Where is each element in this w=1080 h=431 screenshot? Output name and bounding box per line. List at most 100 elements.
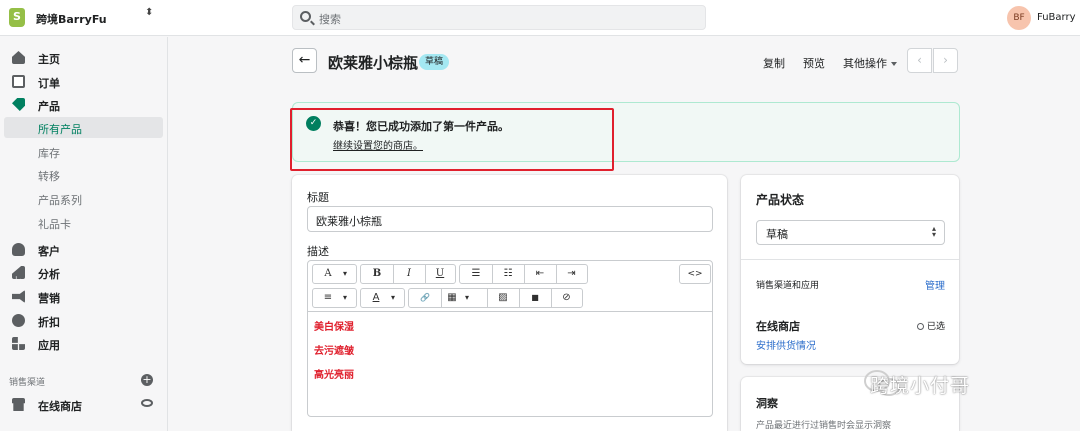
sidebar-item-analytics[interactable]: 分析 <box>0 262 168 284</box>
caret-down-icon <box>891 62 897 66</box>
sidebar-sub-all-products[interactable]: 所有产品 <box>4 117 163 138</box>
format-group: B I U <box>360 264 456 284</box>
numbered-list-icon[interactable]: ☷ <box>492 265 524 283</box>
schedule-availability-link[interactable]: 安排供货情况 <box>756 337 816 352</box>
sidebar-item-customers[interactable]: 客户 <box>0 239 168 261</box>
avatar[interactable]: BF <box>1007 6 1031 30</box>
outdent-icon[interactable]: ⇤ <box>524 265 556 283</box>
image-icon[interactable]: ▨ <box>487 289 519 307</box>
bar-chart-icon <box>12 266 25 279</box>
font-dropdown[interactable]: A ▾ <box>312 264 357 284</box>
list-group: ☰ ☷ ⇤ ⇥ <box>459 264 588 284</box>
insights-title: 洞察 <box>756 397 778 410</box>
sidebar-sub-transfers[interactable]: 转移 <box>4 164 163 185</box>
more-actions-button[interactable]: 其他操作 <box>843 55 897 71</box>
italic-icon[interactable]: I <box>393 265 425 283</box>
status-select[interactable]: 草稿 ▴ ▾ <box>756 220 945 245</box>
sidebar-sub-collections[interactable]: 产品系列 <box>4 188 163 209</box>
caret-down-icon: ▾ <box>464 293 469 302</box>
manage-link[interactable]: 管理 <box>925 277 945 292</box>
selected-label: 已选 <box>927 322 946 332</box>
sidebar-item-label: 产品 <box>38 100 60 113</box>
channels-label: 销售渠道和应用 <box>756 281 820 291</box>
sidebar-item-label: 应用 <box>38 339 60 352</box>
sidebar-item-label: 在线商店 <box>38 400 82 413</box>
caret-down-icon: ▾ <box>342 269 347 278</box>
sidebar-sub-label: 礼品卡 <box>38 218 71 231</box>
orders-icon <box>12 75 25 88</box>
indent-icon[interactable]: ⇥ <box>556 265 587 283</box>
link-icon[interactable]: 🔗 <box>409 289 441 307</box>
megaphone-icon <box>12 290 25 303</box>
eye-icon[interactable] <box>141 399 153 407</box>
code-icon: <> <box>687 269 703 279</box>
select-caret-icon: ▴ ▾ <box>931 224 936 239</box>
sales-channels-label: 销售渠道 <box>9 378 46 388</box>
sidebar-item-marketing[interactable]: 营销 <box>0 286 168 308</box>
selected-indicator: 已选 <box>917 319 945 332</box>
divider <box>741 259 959 260</box>
user-name[interactable]: FuBarry <box>1037 12 1076 23</box>
description-label: 描述 <box>307 245 329 258</box>
apps-icon <box>12 337 25 350</box>
continue-setup-link[interactable]: 继续设置您的商店。 <box>333 137 423 152</box>
bold-icon[interactable]: B <box>361 265 393 283</box>
caret-down-icon: ▾ <box>390 293 395 302</box>
sidebar-sub-label: 所有产品 <box>38 123 82 136</box>
preview-button[interactable]: 预览 <box>803 55 825 71</box>
more-actions-label: 其他操作 <box>843 57 887 70</box>
shopify-logo-icon[interactable] <box>9 8 25 27</box>
person-icon <box>12 243 25 256</box>
sidebar-item-label: 订单 <box>38 77 60 90</box>
add-channel-plus-icon[interactable]: + <box>141 374 153 386</box>
sidebar-item-orders[interactable]: 订单 <box>0 71 168 93</box>
sidebar-item-discounts[interactable]: 折扣 <box>0 310 168 332</box>
code-view-button[interactable]: <> <box>679 264 711 284</box>
sidebar-item-products[interactable]: 产品 <box>0 94 168 116</box>
caret-down-icon: ▾ <box>342 293 347 302</box>
clear-format-icon[interactable]: ⊘ <box>551 289 582 307</box>
text-color-dropdown[interactable]: A ▾ <box>360 288 405 308</box>
store-name[interactable]: 跨境BarryFu <box>36 11 107 27</box>
page-title: 欧莱雅小棕瓶 <box>328 54 419 72</box>
tag-icon <box>12 98 25 111</box>
insights-text: 产品最近进行过销售时会显示洞察 <box>756 421 892 431</box>
sidebar-item-label: 分析 <box>38 268 60 281</box>
status-badge: 草稿 <box>419 54 450 70</box>
video-icon[interactable]: ■ <box>519 289 551 307</box>
search-icon <box>300 11 311 22</box>
search-placeholder: 搜索 <box>319 13 341 26</box>
duplicate-button[interactable]: 复制 <box>763 55 785 71</box>
search-input[interactable]: 搜索 <box>292 5 706 30</box>
description-line[interactable]: 美白保湿 <box>314 318 354 333</box>
editor-toolbar-row-1: A ▾ B I U ☰ ☷ ⇤ ⇥ <> <box>309 261 713 285</box>
align-left-icon: ≡ <box>323 292 333 303</box>
sidebar-sub-inventory[interactable]: 库存 <box>4 141 163 162</box>
table-icon[interactable]: ▦ <box>441 289 463 307</box>
status-select-value: 草稿 <box>766 228 788 241</box>
underline-icon[interactable]: U <box>425 265 455 283</box>
back-button[interactable]: ← <box>292 48 317 73</box>
description-line[interactable]: 去污遮皱 <box>314 342 354 357</box>
banner-title: 恭喜！您已成功添加了第一件产品。 <box>333 120 509 133</box>
product-status-title: 产品状态 <box>756 193 805 207</box>
description-line[interactable]: 高光亮丽 <box>314 366 354 381</box>
insert-group: 🔗 ▦ ▾ ▨ ■ ⊘ <box>408 288 583 308</box>
description-editor: A ▾ B I U ☰ ☷ ⇤ ⇥ <> ≡ ▾ A ▾ 🔗 ▦ ▾ ▨ ■ ⊘… <box>307 260 713 417</box>
title-field[interactable]: 欧莱雅小棕瓶 <box>307 206 713 232</box>
sidebar-item-label: 营销 <box>38 292 60 305</box>
store-switch-icon[interactable]: ⬍ <box>145 8 153 18</box>
align-dropdown[interactable]: ≡ ▾ <box>312 288 357 308</box>
text-color-icon: A <box>372 292 380 303</box>
sidebar: 主页 订单 产品 所有产品 库存 转移 产品系列 礼品卡 客户 分析 营销 折扣… <box>0 37 168 431</box>
sidebar-sub-gift-cards[interactable]: 礼品卡 <box>4 212 163 233</box>
sidebar-item-apps[interactable]: 应用 <box>0 333 168 355</box>
sidebar-item-home[interactable]: 主页 <box>0 47 168 69</box>
title-label: 标题 <box>307 191 329 204</box>
previous-product-button[interactable]: ‹ <box>907 48 932 73</box>
bullet-list-icon[interactable]: ☰ <box>460 265 492 283</box>
next-product-button[interactable]: › <box>933 48 958 73</box>
top-bar: 跨境BarryFu ⬍ 搜索 BF FuBarry <box>0 0 1080 36</box>
home-icon <box>12 51 25 64</box>
font-icon: A <box>324 268 332 279</box>
